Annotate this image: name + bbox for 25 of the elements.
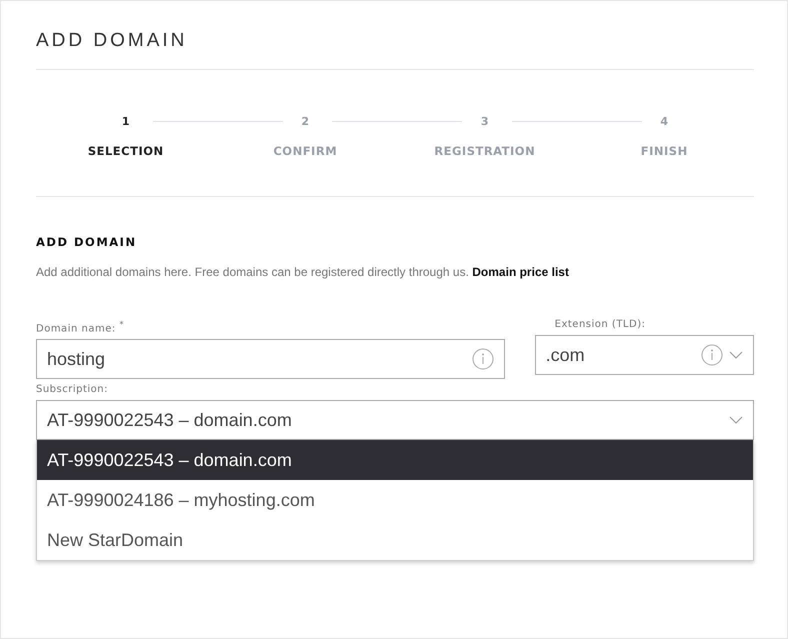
- step-number: 1: [122, 114, 130, 129]
- field-label: Subscription:: [36, 384, 110, 396]
- extension-select[interactable]: .com: [534, 335, 754, 375]
- step-label: CONFIRM: [273, 144, 338, 158]
- info-icon[interactable]: [472, 348, 494, 370]
- field-label: Extension (TLD):: [554, 319, 646, 330]
- step-label: REGISTRATION: [434, 144, 536, 158]
- info-icon[interactable]: [701, 344, 723, 366]
- step-number: 2: [301, 114, 310, 129]
- dropdown-option[interactable]: AT-9990024186 – myhosting.com: [37, 480, 753, 520]
- dropdown-option[interactable]: AT-9990022543 – domain.com: [37, 440, 753, 480]
- step-label: FINISH: [640, 144, 688, 158]
- section-description: Add additional domains here. Free domains can be registered directly through us. Domain price list: [36, 265, 570, 279]
- step-number: 3: [480, 114, 489, 129]
- subscription-select[interactable]: AT-9990022543 – domain.com: [36, 400, 754, 440]
- chevron-down-icon[interactable]: [729, 351, 743, 359]
- page-title: ADD DOMAIN: [36, 29, 188, 53]
- chevron-down-icon[interactable]: [729, 416, 743, 424]
- step-label: SELECTION: [88, 144, 164, 158]
- dropdown-option[interactable]: New StarDomain: [37, 520, 753, 560]
- domain-name-field[interactable]: hosting: [36, 339, 505, 380]
- field-label: Domain name: $^{*}$: [36, 319, 126, 334]
- section-heading: ADD DOMAIN: [36, 235, 138, 249]
- price-list-link[interactable]: Domain price list: [472, 265, 569, 279]
- step-number: 4: [660, 114, 668, 129]
